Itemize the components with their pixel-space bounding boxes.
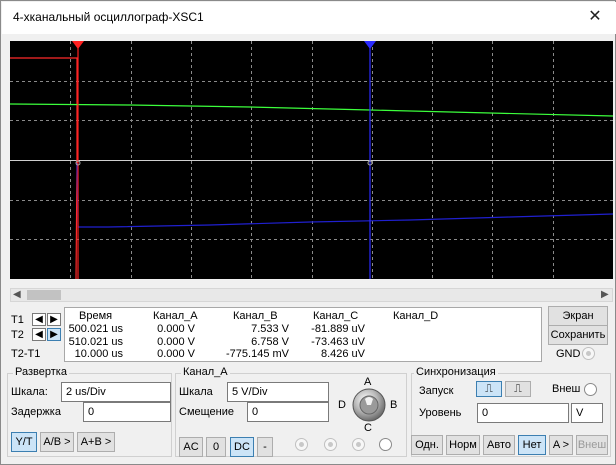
trigger-none-button[interactable]: Нет xyxy=(518,435,546,455)
timebase-title: Развертка xyxy=(13,366,69,378)
trigger-title: Синхронизация xyxy=(414,366,498,378)
t1-channel-b: 7.533 V xyxy=(251,323,289,335)
t1-channel-a: 0.000 V xyxy=(157,323,195,335)
delay-label: Задержка xyxy=(11,406,61,418)
scroll-thumb[interactable] xyxy=(27,290,61,300)
delay-input[interactable]: 0 xyxy=(83,402,171,422)
close-icon[interactable]: ✕ xyxy=(581,5,609,29)
scroll-right-icon[interactable]: ▶ xyxy=(601,289,609,301)
t1-channel-c: -81.889 uV xyxy=(311,323,365,335)
knob-label-c: C xyxy=(364,422,372,434)
oscilloscope-window: 4-хканальный осциллограф-XSC1 ✕ ◀ ▶ T1 ◀… xyxy=(0,0,616,465)
level-unit[interactable]: V xyxy=(571,403,603,423)
horizontal-scrollbar[interactable]: ◀ ▶ xyxy=(10,288,613,302)
save-button[interactable]: Сохранить xyxy=(548,325,608,345)
knob-label-b: B xyxy=(390,399,398,411)
delta-channel-c: 8.426 uV xyxy=(320,348,365,360)
header-time: Время xyxy=(79,310,113,322)
header-channel-d: Канал_D xyxy=(393,310,439,322)
trigger-source-a-button[interactable]: A > xyxy=(549,435,573,455)
oscilloscope-screen xyxy=(10,41,613,279)
coupling-zero-button[interactable]: 0 xyxy=(206,437,226,457)
window-title: 4-хканальный осциллограф-XSC1 xyxy=(13,10,204,24)
mode-a-plus-b-button[interactable]: A+B > xyxy=(77,432,115,452)
channel-radio-1[interactable] xyxy=(295,438,308,451)
launch-label: Запуск xyxy=(419,385,454,397)
t1-label: T1 xyxy=(11,314,24,326)
external-radio[interactable] xyxy=(584,383,597,396)
gnd-label: GND xyxy=(556,348,581,360)
trigger-auto-button[interactable]: Авто xyxy=(483,435,515,455)
screen-button[interactable]: Экран xyxy=(548,306,608,326)
channel-radio-4[interactable] xyxy=(379,438,392,451)
trigger-single-button[interactable]: Одн. xyxy=(411,435,443,455)
t1-right-icon[interactable]: ▶ xyxy=(47,313,61,326)
offset-label: Смещение xyxy=(179,406,235,418)
mode-ab-button[interactable]: A/B > xyxy=(40,432,74,452)
knob-label-d: D xyxy=(338,399,346,411)
delta-time: 10.000 us xyxy=(74,348,123,360)
gnd-radio[interactable] xyxy=(582,347,595,360)
timebase-scale-input[interactable]: 2 us/Div xyxy=(61,382,171,402)
delta-channel-b: -775.145 mV xyxy=(226,348,289,360)
trigger-normal-button[interactable]: Норм xyxy=(446,435,480,455)
mode-yt-button[interactable]: Y/T xyxy=(11,432,37,452)
channel-radio-2[interactable] xyxy=(324,438,337,451)
level-label: Уровень xyxy=(419,407,462,419)
header-channel-b: Канал_B xyxy=(233,310,278,322)
delta-channel-a: 0.000 V xyxy=(157,348,195,360)
rising-edge-icon[interactable]: ⎍ xyxy=(476,381,502,397)
t2-channel-c: -73.463 uV xyxy=(311,336,365,348)
offset-input[interactable]: 0 xyxy=(247,402,329,422)
t2-t1-label: T2-T1 xyxy=(11,348,41,360)
external-label: Внеш xyxy=(552,383,581,395)
readout-table: Время Канал_A Канал_B Канал_C Канал_D 50… xyxy=(64,307,542,362)
channel-radio-3[interactable] xyxy=(352,438,365,451)
t2-left-icon[interactable]: ◀ xyxy=(32,328,46,341)
t1-left-icon[interactable]: ◀ xyxy=(32,313,46,326)
header-channel-c: Канал_C xyxy=(313,310,359,322)
coupling-minus-button[interactable]: - xyxy=(257,437,273,457)
coupling-ac-button[interactable]: AC xyxy=(179,437,203,457)
falling-edge-icon[interactable]: ⎍ xyxy=(505,381,531,397)
level-input[interactable]: 0 xyxy=(477,403,569,423)
t2-label: T2 xyxy=(11,329,24,341)
channel-scale-input[interactable]: 5 V/Div xyxy=(227,382,329,402)
t2-right-icon[interactable]: ▶ xyxy=(47,328,61,341)
channel-selector-knob-icon[interactable] xyxy=(351,387,387,423)
t2-channel-a: 0.000 V xyxy=(157,336,195,348)
t2-channel-b: 6.758 V xyxy=(251,336,289,348)
t2-time: 510.021 us xyxy=(68,336,123,348)
channel-scale-label: Шкала xyxy=(179,386,213,398)
channel-title: Канал_A xyxy=(181,366,230,378)
timebase-scale-label: Шкала: xyxy=(11,386,48,398)
scroll-left-icon[interactable]: ◀ xyxy=(13,289,21,301)
coupling-dc-button[interactable]: DC xyxy=(230,437,254,457)
header-channel-a: Канал_A xyxy=(153,310,198,322)
trigger-external-button[interactable]: Внеш xyxy=(576,435,608,455)
t1-time: 500.021 us xyxy=(68,323,123,335)
